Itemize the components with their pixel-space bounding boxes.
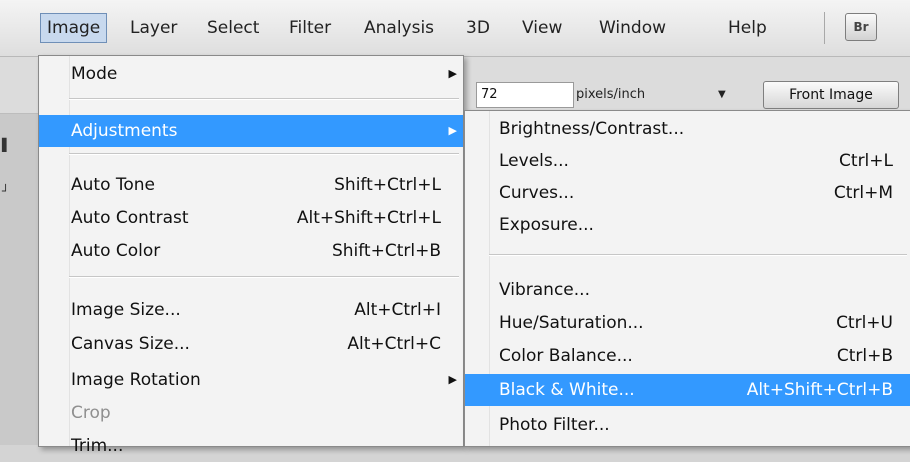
menu-item-image-rotation[interactable]: Image Rotation ▶ [39,364,463,396]
menu-item-label: Canvas Size... [71,334,190,354]
units-select-value: pixels/inch [576,87,646,102]
menu-item-image-size[interactable]: Image Size... Alt+Ctrl+I [39,294,463,326]
menu-item-shortcut: Shift+Ctrl+B [331,241,441,261]
menu-item-levels[interactable]: Levels... Ctrl+L [465,145,910,177]
menu-item-label: Crop [71,403,111,423]
resolution-input[interactable]: 72 [476,82,574,108]
menu-item-label: Trim... [71,436,124,456]
menu-item-photo-filter[interactable]: Photo Filter... [465,409,910,441]
menu-item-label: Black & White... [499,380,635,400]
menu-3d[interactable]: 3D [460,14,496,42]
ruler-edge-icon: ┘ [2,184,10,198]
menu-item-black-white[interactable]: Black & White... Alt+Shift+Ctrl+B [465,374,910,406]
menu-item-shortcut: Alt+Shift+Ctrl+B [746,380,893,400]
menu-item-color-balance[interactable]: Color Balance... Ctrl+B [465,340,910,372]
menu-item-curves[interactable]: Curves... Ctrl+M [465,177,910,209]
menu-item-label: Auto Contrast [71,208,189,228]
menu-item-label: Mode [71,64,118,84]
menu-item-shortcut: Ctrl+U [836,313,893,333]
menu-separator [69,276,459,278]
menu-select[interactable]: Select [201,14,265,42]
menu-item-label: Hue/Saturation... [499,313,644,333]
menu-item-label: Levels... [499,151,569,171]
front-image-button[interactable]: Front Image [763,81,899,109]
menu-item-label: Brightness/Contrast... [499,119,685,139]
menu-item-label: Auto Tone [71,175,156,195]
menu-item-auto-contrast[interactable]: Auto Contrast Alt+Shift+Ctrl+L [39,202,463,234]
menu-item-shortcut: Ctrl+L [839,151,893,171]
adjustments-submenu: Brightness/Contrast... Levels... Ctrl+L … [464,110,910,447]
menu-help[interactable]: Help [722,14,773,42]
menu-item-shortcut: Ctrl+B [836,346,893,366]
menubar-separator [824,12,825,44]
submenu-arrow-icon: ▶ [448,373,457,386]
bridge-icon[interactable]: Br [845,13,877,41]
menu-separator [69,98,459,100]
dropdown-arrow-icon: ▼ [718,89,726,100]
tab-edge-icon: ▌ [2,138,12,152]
menu-analysis[interactable]: Analysis [358,14,440,42]
image-menu: Mode ▶ Adjustments ▶ Auto Tone Shift+Ctr… [38,55,464,456]
submenu-arrow-icon: ▶ [448,67,457,80]
menu-item-label: Photo Filter... [499,415,610,435]
menu-image[interactable]: Image [40,13,108,43]
menu-item-label: Color Balance... [499,346,633,366]
menu-item-label: Image Size... [71,300,181,320]
menu-item-label: Adjustments [71,121,178,141]
menu-item-shortcut: Shift+Ctrl+L [334,175,441,195]
menu-item-crop: Crop [39,397,463,429]
menu-item-shortcut: Alt+Ctrl+C [347,334,441,354]
menu-item-shortcut: Alt+Ctrl+I [354,300,441,320]
menu-item-label: Exposure... [499,215,594,235]
submenu-arrow-icon: ▶ [448,124,457,137]
menu-item-shortcut: Ctrl+M [833,183,893,203]
menu-item-shortcut: Alt+Shift+Ctrl+L [296,208,441,228]
menu-item-label: Auto Color [71,241,161,261]
menu-separator [69,153,459,155]
menu-item-adjustments[interactable]: Adjustments ▶ [39,115,463,147]
menu-item-vibrance[interactable]: Vibrance... [465,274,910,306]
menu-view[interactable]: View [516,14,568,42]
menu-bar: Image Layer Select Filter Analysis 3D Vi… [0,0,910,57]
menu-item-hue-saturation[interactable]: Hue/Saturation... Ctrl+U [465,307,910,339]
menu-item-auto-tone[interactable]: Auto Tone Shift+Ctrl+L [39,169,463,201]
menu-item-label: Curves... [499,183,575,203]
menu-item-canvas-size[interactable]: Canvas Size... Alt+Ctrl+C [39,328,463,360]
menu-item-auto-color[interactable]: Auto Color Shift+Ctrl+B [39,235,463,267]
menu-item-trim[interactable]: Trim... [39,430,463,462]
menu-separator [489,254,907,256]
menu-item-mode[interactable]: Mode ▶ [39,58,463,90]
units-select[interactable]: pixels/inch ▼ [576,84,736,106]
menu-item-exposure[interactable]: Exposure... [465,209,910,241]
menu-window[interactable]: Window [593,14,672,42]
menu-item-brightness-contrast[interactable]: Brightness/Contrast... [465,113,910,145]
menu-filter[interactable]: Filter [283,14,337,42]
menu-item-label: Vibrance... [499,280,590,300]
document-area: ▌ ┘ [0,114,40,445]
menu-layer[interactable]: Layer [124,14,183,42]
menu-item-label: Image Rotation [71,370,201,390]
